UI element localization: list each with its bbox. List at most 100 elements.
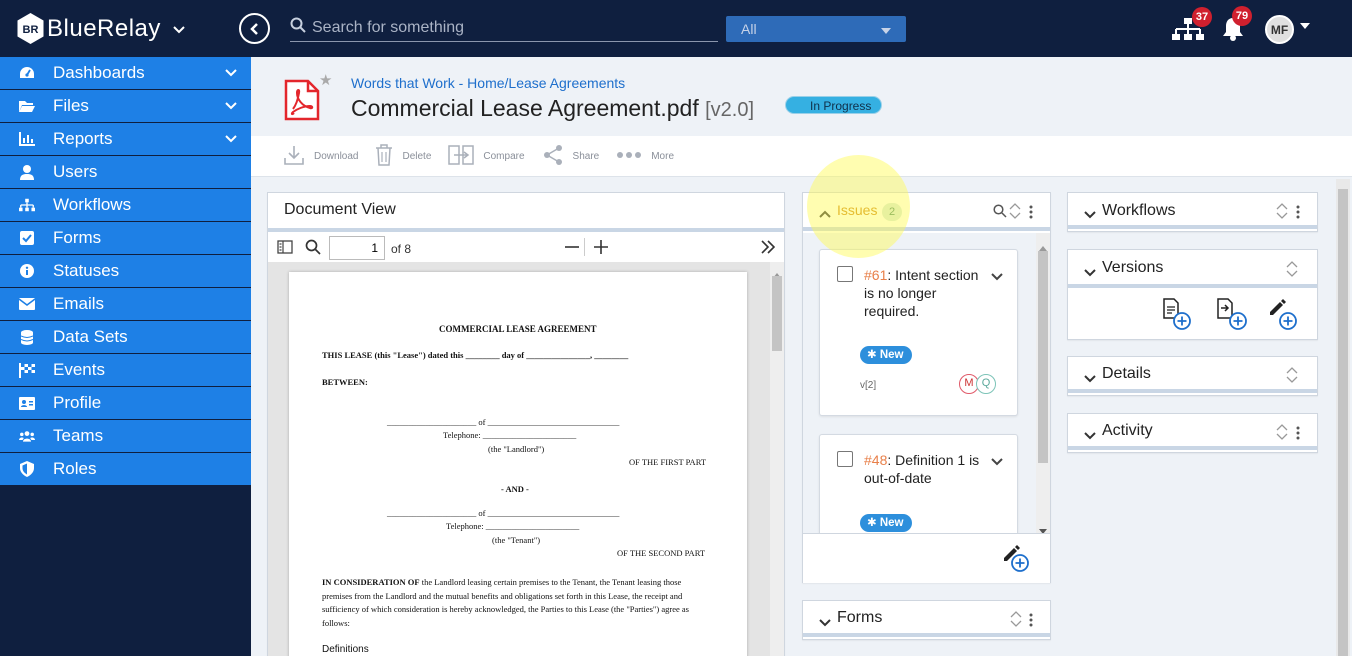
share-button[interactable]: Share [542,144,599,169]
sidebar-item-dashboards[interactable]: Dashboards [0,57,251,90]
ellipsis-icon [616,151,651,162]
chevron-down-icon[interactable] [819,614,831,632]
chevron-down-icon [225,66,237,85]
scroll-down-icon[interactable] [1039,521,1047,533]
star-icon[interactable]: ★ [319,71,332,89]
sidebar-item-data-sets[interactable]: Data Sets [0,321,251,354]
kebab-menu-icon[interactable] [1029,613,1033,632]
zoom-in-icon[interactable] [594,240,608,259]
folder-icon [19,98,35,114]
issue-number[interactable]: #61 [864,267,887,283]
page-number-input[interactable] [329,236,385,260]
page-title: Commercial Lease Agreement.pdf [v2.0] [351,95,754,122]
chevron-down-icon [225,99,237,118]
versions-header[interactable]: Versions [1068,250,1317,288]
search-scope-select[interactable]: All [726,16,906,42]
app-logo[interactable]: BR BlueRelay [16,12,185,45]
page-count: of 8 [391,242,412,256]
sidebar-item-label: Profile [53,393,102,412]
sort-icon[interactable] [1286,367,1298,388]
delete-button[interactable]: Delete [375,143,431,169]
more-button[interactable]: More [616,151,674,162]
compare-button[interactable]: Compare [448,144,525,168]
doc-line: OF THE SECOND PART [617,548,706,558]
sidebar-item-teams[interactable]: Teams [0,420,251,453]
add-issue-button[interactable] [1002,542,1032,579]
doc-line: - AND - [501,484,529,494]
org-chart-button[interactable]: 37 [1172,7,1212,47]
sidebar-item-reports[interactable]: Reports [0,123,251,156]
double-chevron-right-icon[interactable] [761,240,776,259]
issue-checkbox[interactable] [837,451,853,467]
issue-checkbox[interactable] [837,266,853,282]
compare-label: Compare [483,150,525,162]
pdf-canvas[interactable]: COMMERCIAL LEASE AGREEMENT THIS LEASE (t… [268,262,784,656]
doc-line: premises from the Landlord and the mutua… [322,591,683,601]
add-version-button[interactable] [1162,298,1192,335]
panel-title[interactable]: Issues [837,202,877,218]
status-badge: ✱ New [860,514,912,532]
issues-scrollbar[interactable] [1036,233,1050,533]
forms-panel: Forms [802,600,1051,640]
notifications-button[interactable]: 79 [1221,6,1252,46]
details-header[interactable]: Details [1068,357,1317,393]
sort-icon[interactable] [1276,203,1288,224]
chevron-down-icon[interactable] [991,268,1003,286]
status-badge[interactable]: In Progress [785,96,883,114]
chevron-up-icon[interactable] [819,205,831,223]
search-input[interactable] [312,18,712,37]
upload-version-button[interactable] [1216,298,1248,335]
sidebar-item-emails[interactable]: Emails [0,288,251,321]
badge-label: New [879,517,904,529]
issue-card[interactable]: #48: Definition 1 is out-of-date ✱ New [819,434,1018,533]
user-avatar[interactable]: MF [1265,15,1294,44]
issue-card[interactable]: #61: Intent section is no longer require… [819,249,1018,416]
sidebar-item-profile[interactable]: Profile [0,387,251,420]
pdf-scrollbar[interactable] [770,262,784,656]
sort-icon[interactable] [1009,203,1021,224]
scrollbar-thumb[interactable] [1338,189,1348,656]
kebab-menu-icon[interactable] [1296,205,1300,224]
issue-text: #61: Intent section is no longer require… [864,266,984,320]
doc-line: Telephone: ______________________ [443,430,577,440]
app-name: BlueRelay [47,14,161,42]
sidebar-item-events[interactable]: Events [0,354,251,387]
back-button[interactable] [239,13,270,44]
page-scrollbar[interactable] [1336,179,1350,656]
search-icon[interactable] [993,204,1007,223]
scrollbar-thumb[interactable] [1038,251,1048,463]
sidebar-item-statuses[interactable]: Statuses [0,255,251,288]
zoom-out-icon[interactable] [565,240,579,259]
sort-icon[interactable] [1010,611,1022,632]
kebab-menu-icon[interactable] [1029,205,1033,224]
chevron-down-icon[interactable] [1084,370,1096,388]
chevron-down-icon[interactable] [1084,427,1096,445]
chevron-down-icon[interactable] [991,453,1003,471]
workflows-header[interactable]: Workflows [1068,193,1317,229]
forms-header[interactable]: Forms [803,601,1050,637]
sort-icon[interactable] [1286,261,1298,282]
chevron-down-icon[interactable] [1084,264,1096,282]
doc-line: THIS LEASE (this "Lease") dated this ___… [322,350,629,360]
zoom-search-icon[interactable] [305,239,321,260]
sidebar-item-workflows[interactable]: Workflows [0,189,251,222]
sidebar-item-files[interactable]: Files [0,90,251,123]
edit-version-button[interactable] [1268,296,1300,335]
chevron-down-icon[interactable] [1084,206,1096,224]
issue-number[interactable]: #48 [864,452,887,468]
breadcrumb[interactable]: Words that Work - Home/Lease Agreements [351,75,625,91]
avatar[interactable]: Q [976,374,996,394]
info-icon [19,263,35,279]
sidebar-item-users[interactable]: Users [0,156,251,189]
chevron-down-icon[interactable] [173,21,185,37]
scrollbar-thumb[interactable] [772,276,782,351]
sidebar-item-roles[interactable]: Roles [0,453,251,486]
sort-icon[interactable] [1276,424,1288,445]
sidebar-item-forms[interactable]: Forms [0,222,251,255]
kebab-menu-icon[interactable] [1296,426,1300,445]
pdf-page: COMMERCIAL LEASE AGREEMENT THIS LEASE (t… [289,272,747,656]
activity-header[interactable]: Activity [1068,414,1317,450]
download-button[interactable]: Download [283,144,358,169]
user-menu-caret-icon[interactable] [1300,18,1310,32]
sidebar-toggle-icon[interactable] [277,240,293,259]
